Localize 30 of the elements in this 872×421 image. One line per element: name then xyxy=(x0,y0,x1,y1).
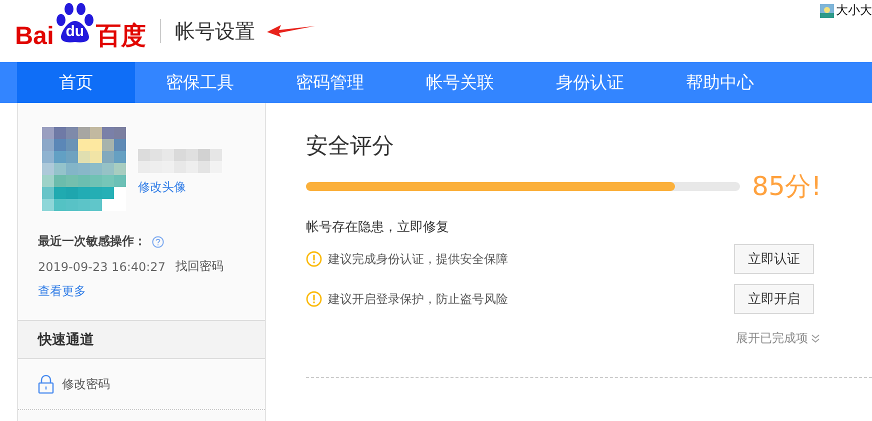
nav-tab[interactable]: 帮助中心 xyxy=(655,62,785,103)
nav-tab[interactable]: 密码管理 xyxy=(265,62,395,103)
quick-access-header: 快速通道 xyxy=(18,320,265,359)
action-button[interactable]: 立即认证 xyxy=(734,244,814,274)
nav-tab[interactable]: 帐号关联 xyxy=(395,62,525,103)
action-button[interactable]: 立即开启 xyxy=(734,284,814,314)
expand-link[interactable]: 展开已完成项 xyxy=(736,330,820,347)
user-name: 大小大 xyxy=(836,2,872,19)
page-title: 帐号设置 xyxy=(174,18,255,44)
recent-operation-label: 最近一次敏感操作： xyxy=(38,233,146,250)
operation-time: 2019-09-23 16:40:27 xyxy=(38,260,166,274)
warning-icon xyxy=(306,251,322,267)
chevron-down-icon xyxy=(811,334,820,343)
suggestion-text: 建议开启登录保护，防止盗号风险 xyxy=(328,290,509,308)
nav-tab[interactable]: 密保工具 xyxy=(135,62,265,103)
change-avatar-link[interactable]: 修改头像 xyxy=(138,179,222,196)
warning-message: 帐号存在隐患，立即修复 xyxy=(306,219,450,236)
score-value: 85分! xyxy=(752,171,822,204)
baidu-logo: Bai du 百度 xyxy=(15,5,146,49)
lock-icon xyxy=(38,374,54,394)
quick-link[interactable]: 修改密码 xyxy=(62,376,110,392)
section-title: 安全评分 xyxy=(306,133,395,161)
nav-tab[interactable]: 身份认证 xyxy=(525,62,655,103)
view-more-link[interactable]: 查看更多 xyxy=(38,283,265,300)
warning-icon xyxy=(306,291,322,307)
suggestion-text: 建议完成身份认证，提供安全保障 xyxy=(328,250,509,268)
operation-name: 找回密码 xyxy=(175,258,224,275)
nav-tab[interactable]: 首页 xyxy=(17,62,135,103)
arrow-icon xyxy=(266,24,315,38)
help-icon xyxy=(152,236,164,248)
